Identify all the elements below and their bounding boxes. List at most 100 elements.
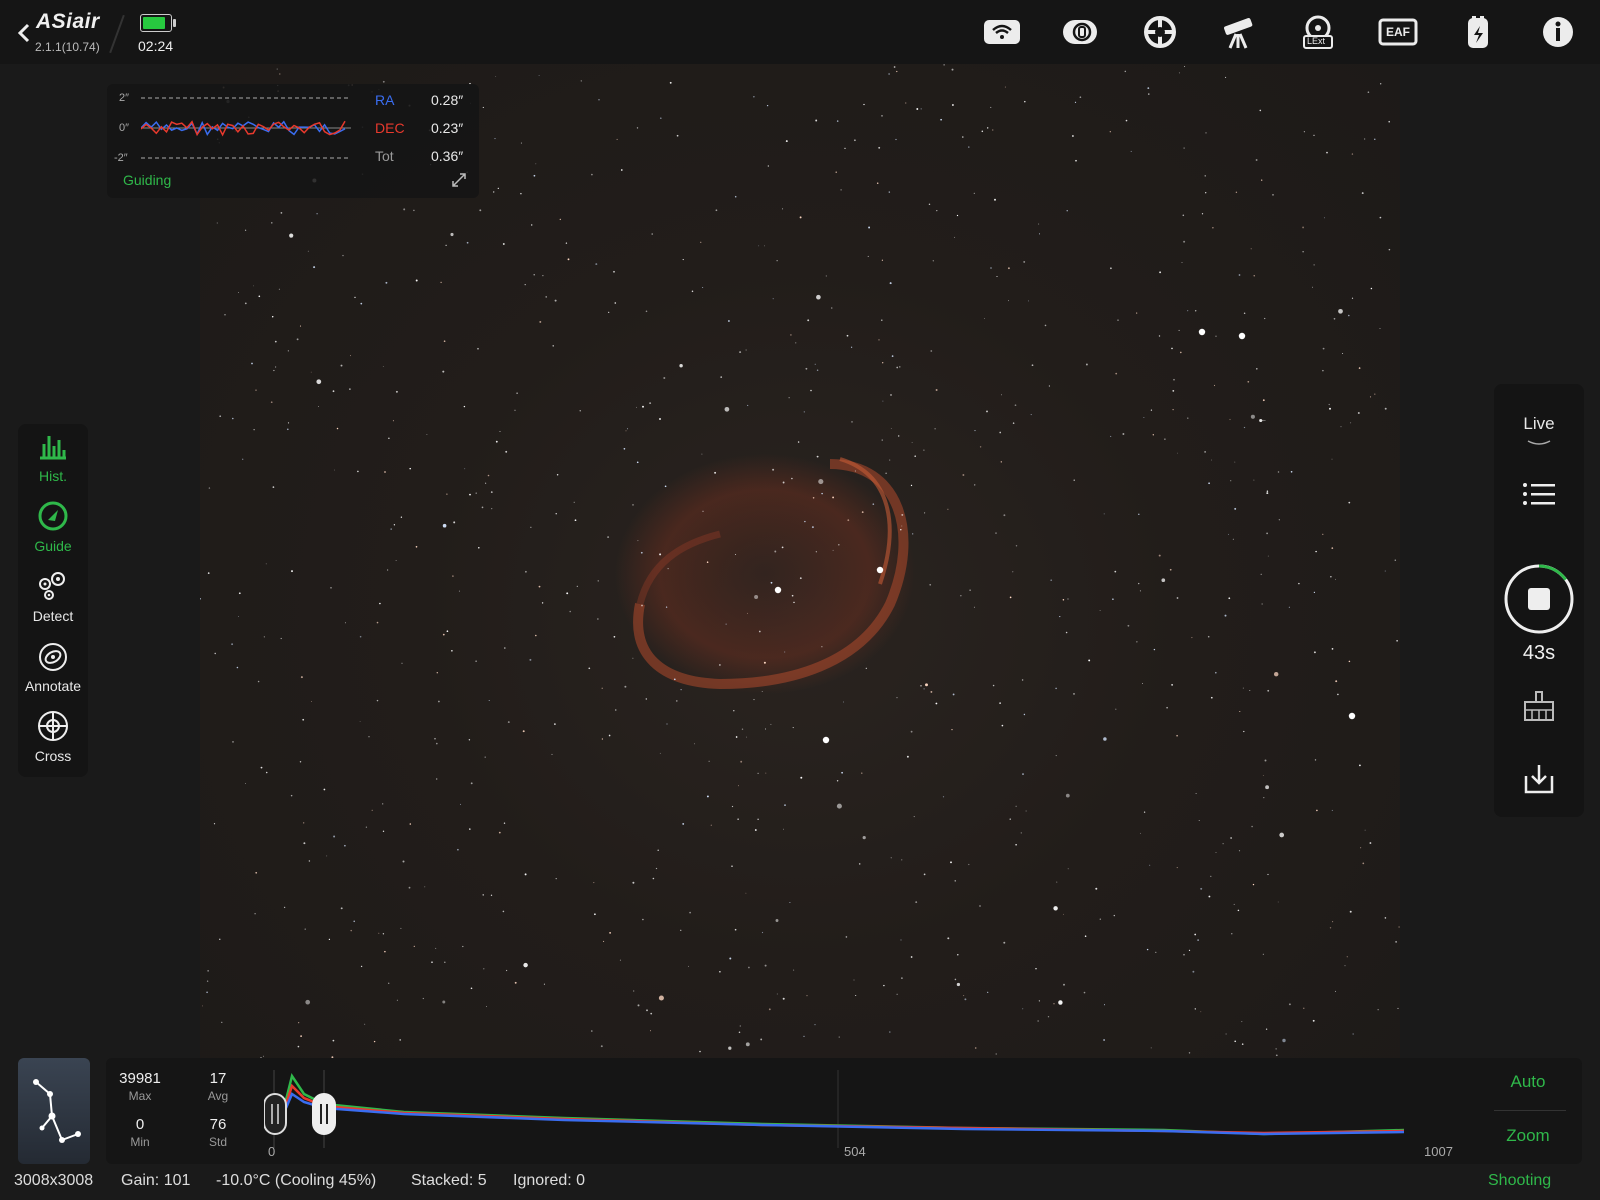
tool-annotate[interactable]: Annotate bbox=[18, 634, 88, 702]
star bbox=[376, 699, 379, 702]
tool-histogram[interactable]: Hist. bbox=[18, 424, 88, 492]
star bbox=[1239, 710, 1241, 713]
expand-icon[interactable] bbox=[451, 172, 467, 188]
star bbox=[415, 279, 418, 282]
star bbox=[435, 947, 437, 949]
star bbox=[497, 187, 499, 190]
star bbox=[244, 302, 247, 305]
star bbox=[232, 417, 234, 420]
detect-icon bbox=[39, 572, 65, 600]
star bbox=[1261, 603, 1263, 605]
star bbox=[807, 319, 810, 322]
star bbox=[1374, 138, 1376, 140]
star bbox=[1058, 1000, 1063, 1005]
star bbox=[495, 440, 498, 443]
mode-selector[interactable]: Live bbox=[1494, 414, 1584, 448]
star bbox=[401, 662, 403, 664]
star bbox=[1084, 935, 1087, 937]
power-usb-icon[interactable] bbox=[1458, 14, 1498, 50]
star bbox=[326, 855, 328, 857]
star bbox=[308, 860, 311, 862]
lext-icon[interactable]: LExt bbox=[1298, 14, 1338, 50]
live-sky-image[interactable] bbox=[200, 64, 1400, 1064]
star bbox=[1065, 793, 1070, 798]
star bbox=[689, 911, 691, 914]
star bbox=[855, 994, 857, 997]
star bbox=[881, 259, 884, 261]
star bbox=[538, 585, 541, 588]
wifi-icon[interactable] bbox=[982, 14, 1022, 50]
star bbox=[1159, 271, 1162, 274]
star bbox=[1322, 347, 1325, 350]
star bbox=[1334, 990, 1337, 992]
star bbox=[954, 880, 956, 882]
star bbox=[520, 142, 522, 144]
broom-clear-icon[interactable] bbox=[1522, 690, 1556, 722]
bright-star bbox=[1348, 712, 1356, 720]
star bbox=[735, 554, 737, 555]
black-point-handle[interactable] bbox=[264, 1093, 287, 1135]
star bbox=[516, 392, 518, 394]
star bbox=[1124, 70, 1127, 73]
star bbox=[207, 572, 210, 574]
star bbox=[792, 727, 794, 729]
zoom-button[interactable]: Zoom bbox=[1480, 1126, 1576, 1146]
plate-solve-thumbnail[interactable] bbox=[18, 1058, 90, 1164]
tool-detect[interactable]: Detect bbox=[18, 564, 88, 632]
white-point-handle[interactable] bbox=[312, 1093, 336, 1135]
star bbox=[479, 209, 482, 212]
star bbox=[947, 937, 950, 940]
star bbox=[765, 728, 766, 730]
star bbox=[1166, 706, 1168, 709]
star bbox=[1235, 191, 1238, 193]
star bbox=[1113, 914, 1115, 917]
star bbox=[797, 441, 800, 443]
star bbox=[483, 968, 485, 970]
info-icon[interactable] bbox=[1538, 14, 1578, 50]
back-chevron-icon[interactable] bbox=[12, 16, 36, 50]
filter-wheel-icon[interactable] bbox=[1060, 14, 1100, 50]
list-icon[interactable] bbox=[1522, 480, 1556, 510]
eaf-icon[interactable]: EAF bbox=[1378, 14, 1418, 50]
star bbox=[1266, 490, 1269, 492]
telescope-icon[interactable] bbox=[1218, 14, 1258, 50]
star bbox=[821, 646, 823, 648]
tool-guide[interactable]: Guide bbox=[18, 494, 88, 562]
star bbox=[1074, 101, 1077, 103]
star bbox=[219, 415, 222, 418]
star bbox=[934, 428, 936, 430]
star bbox=[434, 737, 436, 740]
star bbox=[640, 551, 643, 554]
star bbox=[999, 431, 1002, 434]
star bbox=[445, 244, 447, 246]
star bbox=[446, 630, 449, 633]
star bbox=[1071, 135, 1074, 137]
tool-cross[interactable]: Cross bbox=[18, 704, 88, 772]
stop-capture-button[interactable] bbox=[1502, 562, 1576, 636]
star bbox=[636, 127, 639, 129]
mode-label: Live bbox=[1523, 414, 1555, 433]
status-shooting: Shooting bbox=[1488, 1172, 1552, 1189]
guiding-graph-panel[interactable]: 2″ 0″ -2″ RA 0.28″ DEC 0.23″ Tot 0.36″ G… bbox=[107, 84, 479, 198]
star bbox=[482, 894, 484, 896]
star bbox=[426, 434, 428, 436]
star bbox=[1259, 109, 1262, 112]
star bbox=[806, 995, 808, 997]
star bbox=[255, 389, 257, 391]
star bbox=[1164, 438, 1166, 440]
auto-stretch-button[interactable]: Auto bbox=[1480, 1072, 1576, 1092]
star bbox=[1227, 533, 1230, 535]
star bbox=[1109, 131, 1111, 133]
star bbox=[543, 983, 545, 985]
star bbox=[272, 486, 275, 488]
download-save-icon[interactable] bbox=[1522, 762, 1556, 796]
star bbox=[1379, 216, 1382, 219]
star bbox=[1171, 683, 1174, 686]
star bbox=[214, 652, 216, 655]
mount-target-icon[interactable] bbox=[1140, 14, 1180, 50]
star bbox=[1158, 554, 1161, 557]
star bbox=[776, 993, 778, 995]
star bbox=[373, 1040, 376, 1043]
star bbox=[768, 1008, 771, 1011]
star bbox=[1066, 210, 1068, 212]
